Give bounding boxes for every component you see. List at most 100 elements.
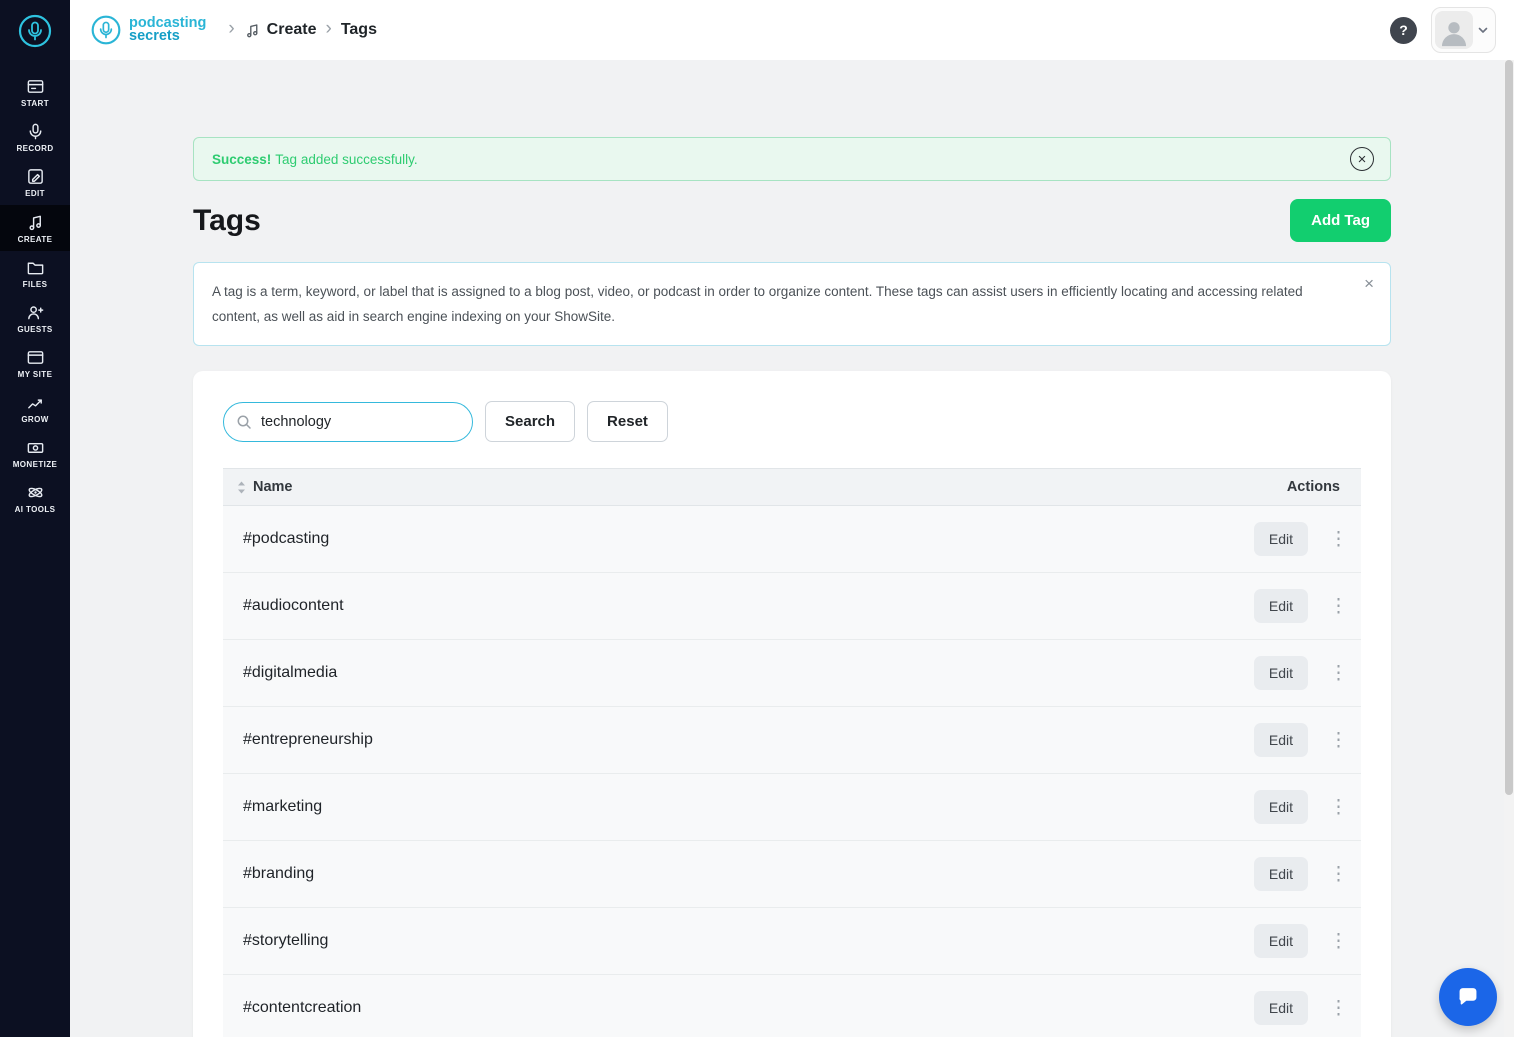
tag-name: #marketing [243,798,323,815]
sidebar-item-label: EDIT [25,189,45,198]
sidebar-item-label: AI TOOLS [14,505,56,514]
kebab-menu-icon[interactable]: ⋮ [1329,798,1348,817]
edit-button[interactable]: Edit [1253,857,1308,891]
avatar [1435,11,1473,49]
add-person-icon [27,306,43,320]
growth-chart-icon [27,399,42,409]
sidebar-item-label: MY SITE [17,370,53,379]
table-row: #audiocontent Edit ⋮ [223,573,1361,640]
table-row: #podcasting Edit ⋮ [223,506,1361,573]
sidebar-item-start[interactable]: START [0,70,70,115]
actions-column-header: Actions [1286,479,1340,495]
scrollbar-track[interactable] [1504,60,1514,1037]
reset-button[interactable]: Reset [587,401,668,442]
kebab-menu-icon[interactable]: ⋮ [1329,932,1348,951]
edit-button[interactable]: Edit [1253,991,1308,1025]
sidebar-item-guests[interactable]: GUESTS [0,296,70,341]
table-row: #digitalmedia Edit ⋮ [223,640,1361,707]
sidebar-item-label: GUESTS [17,325,53,334]
tag-name: #storytelling [243,932,329,949]
tags-card: Search Reset Name Actions #podcasting Ed… [193,371,1391,1037]
name-column-label: Name [253,479,293,495]
sidebar-item-monetize[interactable]: MONETIZE [0,431,70,476]
edit-button[interactable]: Edit [1253,790,1308,824]
brand-logo[interactable]: podcasting secrets [90,14,206,46]
success-alert-message: Tag added successfully. [275,151,418,167]
sidebar-item-create[interactable]: CREATE [0,205,70,251]
chat-bubble-icon [1459,988,1477,1005]
kebab-menu-icon[interactable]: ⋮ [1329,664,1348,683]
sidebar-item-label: START [20,99,50,108]
sidebar: START RECORD EDIT CREATE FILES GUESTS MY… [0,0,70,1037]
user-menu-button[interactable] [1431,7,1496,53]
breadcrumb-create[interactable]: Create [244,21,317,39]
tag-name: #podcasting [243,530,330,547]
info-close-icon[interactable]: × [1364,275,1374,292]
info-box-text: A tag is a term, keyword, or label that … [212,284,1303,324]
search-button[interactable]: Search [485,401,576,442]
sidebar-nav: START RECORD EDIT CREATE FILES GUESTS MY… [0,62,70,521]
kebab-menu-icon[interactable]: ⋮ [1329,999,1348,1018]
table-row: #entrepreneurship Edit ⋮ [223,707,1361,774]
edit-button[interactable]: Edit [1253,589,1308,623]
brand-line2: secrets [129,28,180,44]
sidebar-item-label: CREATE [17,234,53,244]
tags-table: Name Actions #podcasting Edit ⋮ #audioco… [223,468,1361,1037]
success-alert: Success! Tag added successfully. × [193,137,1391,181]
edit-button[interactable]: Edit [1253,723,1308,757]
kebab-menu-icon[interactable]: ⋮ [1329,530,1348,549]
sidebar-item-label: RECORD [16,144,54,153]
app-logo-icon[interactable] [0,0,70,62]
microphone-icon [29,123,41,140]
chevron-right-icon: › [228,18,235,39]
breadcrumb: › Create › Tags [228,19,377,41]
chevron-down-icon [1478,27,1488,33]
page-title: Tags [193,203,261,237]
chevron-right-icon: › [325,18,332,39]
music-note-icon [246,23,258,37]
name-column-header[interactable]: Name [237,479,293,495]
breadcrumb-create-label: Create [266,21,317,38]
kebab-menu-icon[interactable]: ⋮ [1329,597,1348,616]
search-icon [237,415,251,429]
edit-button[interactable]: Edit [1253,924,1308,958]
tag-name: #entrepreneurship [243,731,373,748]
sidebar-item-grow[interactable]: GROW [0,386,70,431]
success-alert-text: Success! Tag added successfully. [212,152,418,167]
browser-icon [27,351,43,364]
table-row: #marketing Edit ⋮ [223,774,1361,841]
sidebar-item-files[interactable]: FILES [0,251,70,296]
person-icon [1441,22,1467,47]
search-input[interactable] [223,401,473,442]
table-row: #contentcreation Edit ⋮ [223,975,1361,1037]
brand-logo-icon [91,15,121,45]
brand-wordmark: podcasting secrets [129,16,206,44]
breadcrumb-tags[interactable]: Tags [341,21,377,39]
chat-widget-button[interactable] [1439,968,1497,1026]
banknote-icon [27,442,43,453]
add-tag-button[interactable]: Add Tag [1290,199,1391,242]
sidebar-item-my-site[interactable]: MY SITE [0,341,70,386]
folder-icon [27,262,43,275]
main-content: Success! Tag added successfully. × Tags A… [70,60,1514,1037]
table-row: #storytelling Edit ⋮ [223,908,1361,975]
music-note-icon [28,215,41,230]
breadcrumb-tags-label: Tags [340,21,377,38]
sidebar-item-edit[interactable]: EDIT [0,160,70,205]
edit-button[interactable]: Edit [1253,656,1308,690]
edit-icon [27,169,43,184]
sidebar-item-ai-tools[interactable]: AI TOOLS [0,476,70,521]
help-button[interactable]: ? [1390,16,1417,44]
sidebar-item-label: FILES [22,280,48,289]
edit-button[interactable]: Edit [1253,522,1308,556]
info-box: A tag is a term, keyword, or label that … [193,262,1391,346]
kebab-menu-icon[interactable]: ⋮ [1329,865,1348,884]
atom-icon [28,487,42,498]
sort-icon [238,481,245,493]
top-bar: podcasting secrets › Create › Tags ? [70,0,1514,60]
alert-close-button[interactable]: × [1350,147,1374,171]
kebab-menu-icon[interactable]: ⋮ [1329,731,1348,750]
sidebar-item-record[interactable]: RECORD [0,115,70,160]
tag-name: #contentcreation [243,999,362,1016]
scrollbar-thumb[interactable] [1505,60,1513,795]
